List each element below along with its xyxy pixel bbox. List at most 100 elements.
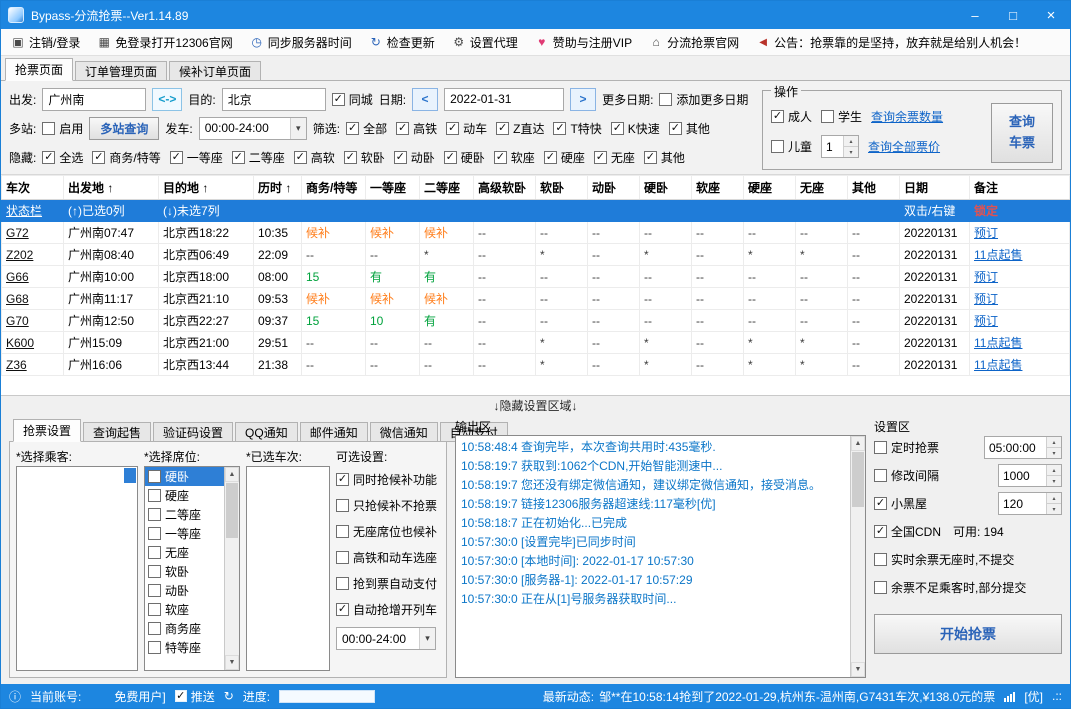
child-count-spinner[interactable]: 1 ▴ ▾ [821,135,860,158]
train-row-G68[interactable]: G68 广州南11:17 北京西21:10 09:53 候补 候补 候补 -- -- -- -- --… [1,287,1070,310]
column-header-6[interactable]: 二等座 [419,175,474,200]
note-link[interactable]: 预订 [969,221,1070,244]
adult-checkbox[interactable]: ✓ 成人 [771,108,812,125]
hide-checkbox-8-box[interactable]: ✓ [493,150,507,164]
spin-up-icon[interactable]: ▴ [844,136,859,146]
seat-option-4[interactable]: 无座 [145,543,224,562]
seat-option-6[interactable]: 动卧 [145,581,224,600]
status-row[interactable]: 状态栏 (↑)已选0列 (↓)未选7列 双击/右键 锁定 [1,199,1070,222]
hide-checkbox-1-box[interactable]: ✓ [92,150,106,164]
column-header-7[interactable]: 高级软卧 [473,175,536,200]
toolbar-item-5[interactable]: ♥ 赞助与注册VIP [535,34,632,51]
student-checkbox-box[interactable] [821,110,835,123]
close-button[interactable]: × [1032,1,1070,29]
enable-multi-checkbox[interactable]: 启用 [42,120,83,137]
partial-submit-checkbox-box[interactable] [874,581,887,594]
grab-option-5-box[interactable]: ✓ [336,602,349,616]
train-row-Z202[interactable]: Z202 广州南08:40 北京西06:49 22:09 -- -- * -- * -- * -- * *… [1,243,1070,266]
grab-option-3[interactable]: 高铁和动车选座 [336,544,440,570]
grab-option-4-box[interactable] [336,576,349,590]
hide-checkbox-3-box[interactable]: ✓ [231,150,245,164]
hide-checkbox-2[interactable]: ✓ 一等座 [169,149,223,166]
scroll-track[interactable] [851,451,865,662]
train-row-G66[interactable]: G66 广州南10:00 北京西18:00 08:00 15 有有 -- -- -- -- -- --… [1,265,1070,288]
no-seat-no-submit-checkbox[interactable]: 实时余票无座时,不提交 [874,551,1014,568]
depart-station-input[interactable]: 广州南 [42,87,147,111]
seat-option-8[interactable]: 商务座 [145,619,224,638]
train-row-Z36[interactable]: Z36 广州16:06 北京西13:44 21:38 -- -- -- -- * -- * -- * * -… [1,353,1070,376]
passenger-list[interactable] [16,466,138,671]
toolbar-item-6[interactable]: ⌂ 分流抢票官网 [649,34,739,51]
spin-up-icon[interactable]: ▴ [1047,437,1061,447]
filter-checkbox-0-box[interactable]: ✓ [346,121,360,135]
timed-grab-time-spinner[interactable]: 05:00:00 ▴ ▾ [984,436,1062,459]
hide-checkbox-9[interactable]: ✓ 硬座 [543,149,585,166]
grab-option-1[interactable]: 只抢候补不抢票 [336,492,440,518]
filter-checkbox-1[interactable]: ✓ 高铁 [396,120,437,137]
spin-down-icon[interactable]: ▾ [1047,475,1061,486]
page-tab-0[interactable]: 抢票页面 [5,58,74,81]
filter-checkbox-6-box[interactable]: ✓ [668,121,682,135]
grab-option-0-box[interactable]: ✓ [336,472,349,486]
hide-checkbox-2-box[interactable]: ✓ [169,150,183,164]
hide-checkbox-7[interactable]: ✓ 硬卧 [443,149,485,166]
note-link[interactable]: 预订 [969,265,1070,288]
settings-tab-5[interactable]: 微信通知 [369,422,438,442]
spin-down-icon[interactable]: ▾ [844,146,859,157]
seat-option-5[interactable]: 软卧 [145,562,224,581]
seat-option-checkbox[interactable] [148,527,161,540]
scroll-track[interactable] [225,482,239,655]
toolbar-item-4[interactable]: ⚙ 设置代理 [452,34,517,51]
train-row-G72[interactable]: G72 广州南07:47 北京西18:22 10:35 候补 候补 候补 -- -- -- -- --… [1,221,1070,244]
hide-checkbox-0-box[interactable]: ✓ [42,150,56,164]
selected-train-list[interactable] [246,466,330,671]
hide-checkbox-8[interactable]: ✓ 软座 [493,149,535,166]
hide-checkbox-0[interactable]: ✓ 全选 [42,149,83,166]
grab-time-range-select[interactable]: 00:00-24:00 ▾ [336,627,436,650]
query-tickets-button[interactable]: 查询车票 [991,103,1053,163]
filter-checkbox-4[interactable]: ✓ T特快 [553,120,602,137]
train-row-G70[interactable]: G70 广州南12:50 北京西22:27 09:37 15 10 有 -- -- -- -- -- -… [1,309,1070,332]
spin-down-icon[interactable]: ▾ [1047,447,1061,458]
scroll-down-icon[interactable]: ▼ [851,662,865,677]
grab-option-2[interactable]: 无座席位也候补 [336,518,440,544]
cdn-checkbox-box[interactable]: ✓ [874,525,887,538]
hide-checkbox-6-box[interactable]: ✓ [393,150,407,164]
hide-checkbox-1[interactable]: ✓ 商务/特等 [92,149,161,166]
seat-option-9[interactable]: 特等座 [145,638,224,657]
grab-option-4[interactable]: 抢到票自动支付 [336,570,440,596]
seat-option-checkbox[interactable] [148,546,161,559]
filter-checkbox-5-box[interactable]: ✓ [610,121,624,135]
scroll-up-icon[interactable]: ▲ [225,467,239,482]
timed-grab-checkbox[interactable]: 定时抢票 [874,439,939,456]
multi-station-query-button[interactable]: 多站查询 [89,116,160,140]
add-more-dates-checkbox[interactable]: 添加更多日期 [659,91,748,108]
hide-checkbox-5-box[interactable]: ✓ [343,150,357,164]
column-header-13[interactable]: 无座 [795,175,848,200]
depart-time-select[interactable]: 00:00-24:00 ▾ [198,116,307,140]
no-seat-no-submit-checkbox-box[interactable] [874,553,887,566]
seat-option-3[interactable]: 一等座 [145,524,224,543]
hide-checkbox-6[interactable]: ✓ 动卧 [393,149,435,166]
interval-checkbox[interactable]: 修改间隔 [874,467,939,484]
scroll-thumb[interactable] [226,483,238,538]
scroll-up-icon[interactable]: ▲ [851,436,865,451]
column-header-4[interactable]: 商务/特等 [301,175,366,200]
chevron-down-icon[interactable]: ▾ [419,628,435,649]
adult-checkbox-box[interactable]: ✓ [771,110,784,123]
filter-checkbox-6[interactable]: ✓ 其他 [668,120,710,137]
filter-checkbox-4-box[interactable]: ✓ [553,121,567,135]
blacklist-checkbox[interactable]: ✓ 小黑屋 [874,495,927,512]
grab-option-3-box[interactable] [336,550,349,564]
filter-checkbox-3-box[interactable]: ✓ [496,121,510,135]
column-header-0[interactable]: 车次 [1,175,64,200]
hide-checkbox-11-box[interactable]: ✓ [643,150,657,164]
column-header-2[interactable]: 目的地 ↑ [158,175,254,200]
add-more-dates-checkbox-box[interactable] [659,92,673,106]
train-number-link[interactable]: G66 [1,265,64,288]
hide-checkbox-4[interactable]: ✓ 高软 [293,149,335,166]
push-checkbox-box[interactable]: ✓ [174,690,187,702]
seat-option-checkbox[interactable] [148,622,161,635]
page-tab-1[interactable]: 订单管理页面 [75,61,168,81]
swap-stations-button[interactable]: <-> [152,87,183,111]
